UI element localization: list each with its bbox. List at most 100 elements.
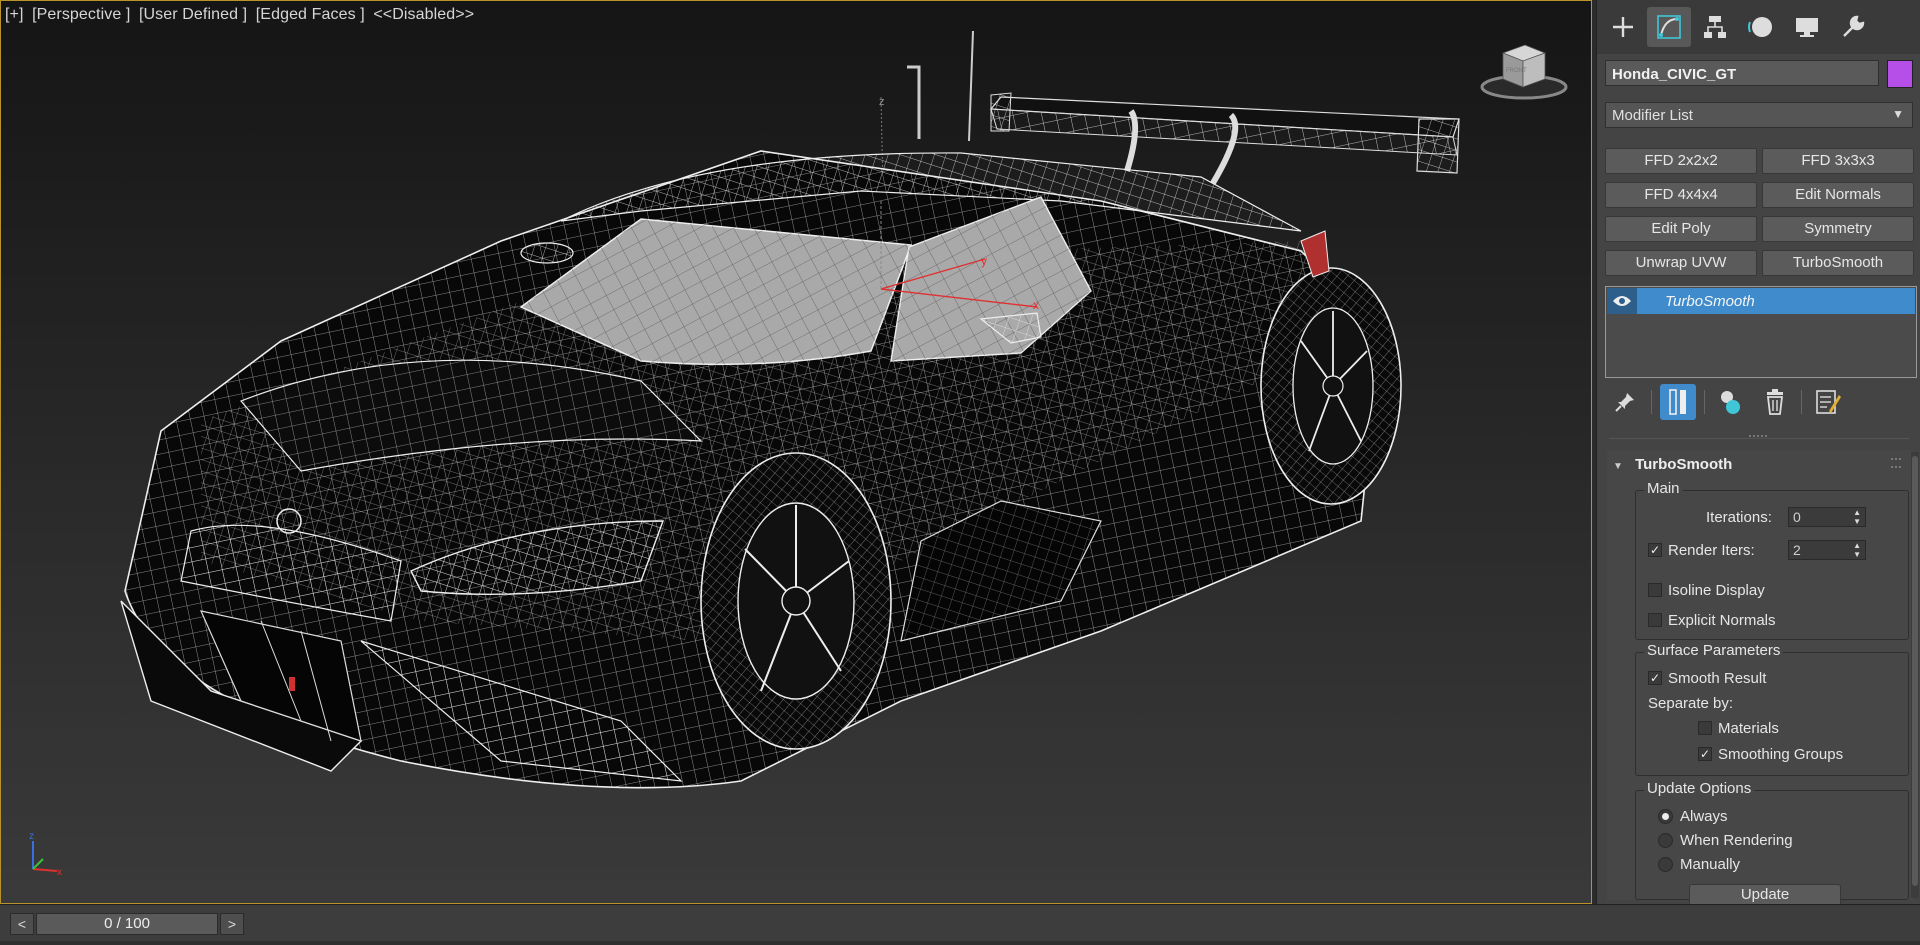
command-panel: Honda_CIVIC_GT Modifier List ▼ FFD 2x2x2… xyxy=(1596,0,1920,906)
modifier-buttons: FFD 2x2x2 FFD 3x3x3 FFD 4x4x4 Edit Norma… xyxy=(1605,148,1915,276)
rollout-drag-handle-icon[interactable] xyxy=(1891,458,1901,468)
iterations-spinner[interactable]: 0 ▲ ▼ xyxy=(1788,507,1866,527)
time-slider[interactable]: 0 / 100 xyxy=(36,913,218,935)
toolbar-divider xyxy=(1651,390,1652,414)
viewport-menu-plus[interactable]: [+] xyxy=(5,6,24,23)
edit-poly-button[interactable]: Edit Poly xyxy=(1605,216,1757,242)
viewport-menu-disabled[interactable]: <<Disabled>> xyxy=(373,6,474,23)
stack-item-turbosmooth[interactable]: TurboSmooth xyxy=(1607,288,1915,314)
render-iters-spinner[interactable]: 2 ▲ ▼ xyxy=(1788,540,1866,560)
isoline-display-checkbox[interactable] xyxy=(1648,583,1662,597)
spinner-arrows-icon[interactable]: ▲ ▼ xyxy=(1853,508,1861,526)
object-color-swatch[interactable] xyxy=(1887,60,1913,88)
motion-circle-icon xyxy=(1748,17,1772,37)
update-when-rendering-label: When Rendering xyxy=(1680,832,1793,849)
main-group-title: Main xyxy=(1644,480,1683,497)
isoline-display-label: Isoline Display xyxy=(1668,582,1765,599)
make-unique-icon xyxy=(1721,391,1740,414)
front-wheel xyxy=(700,452,892,750)
display-monitor-icon xyxy=(1796,18,1818,37)
turbosmooth-rollout: ▼ TurboSmooth Main Iterations: 0 ▲ ▼ ✓ Re… xyxy=(1607,450,1913,906)
viewport-menu-shading[interactable]: [Edged Faces ] xyxy=(256,6,365,23)
update-options-title: Update Options xyxy=(1644,780,1755,797)
pin-stack-icon xyxy=(1615,393,1634,412)
plus-icon xyxy=(1613,17,1633,37)
collapse-triangle-icon: ▼ xyxy=(1613,461,1623,472)
eye-icon xyxy=(1613,296,1631,306)
app-window: z y x [+] [Perspective] [User Defined]… xyxy=(0,0,1920,945)
perspective-viewport[interactable]: z y x [+] [Perspective] [User Defined]… xyxy=(0,0,1592,904)
viewcube[interactable]: FRONT xyxy=(1479,39,1569,101)
surface-parameters-title: Surface Parameters xyxy=(1644,642,1784,659)
tab-utilities[interactable] xyxy=(1831,7,1875,47)
pivot-z-label: z xyxy=(879,96,885,108)
axis-tripod-icon: z x xyxy=(29,831,62,877)
tab-create[interactable] xyxy=(1601,7,1645,47)
gizmo-x-label: x xyxy=(1033,298,1039,312)
tab-modify[interactable] xyxy=(1647,7,1691,47)
viewport-label[interactable]: [+] [Perspective ] [User Defined ] [Edge… xyxy=(5,6,478,24)
explicit-normals-checkbox[interactable] xyxy=(1648,613,1662,627)
car-wireframe-model[interactable]: z y x xyxy=(1,1,1592,904)
edit-normals-button[interactable]: Edit Normals xyxy=(1762,182,1914,208)
timeline-track[interactable] xyxy=(0,941,1920,945)
render-iters-label: Render Iters: xyxy=(1668,542,1755,559)
next-frame-button[interactable]: > xyxy=(220,913,244,935)
update-when-rendering-radio[interactable] xyxy=(1658,833,1673,848)
tab-display[interactable] xyxy=(1785,7,1829,47)
wrench-icon xyxy=(1843,15,1865,37)
command-panel-scrollbar[interactable] xyxy=(1911,452,1919,898)
modifier-list-dropdown[interactable]: Modifier List ▼ xyxy=(1605,102,1913,128)
update-button[interactable]: Update xyxy=(1689,884,1841,906)
show-end-result-button[interactable] xyxy=(1660,384,1696,420)
smoothing-groups-checkbox[interactable]: ✓ xyxy=(1698,747,1712,761)
panel-splitter[interactable] xyxy=(1609,435,1909,442)
iterations-value: 0 xyxy=(1793,509,1801,525)
smooth-result-label: Smooth Result xyxy=(1668,670,1767,687)
rear-wheel xyxy=(1260,267,1402,505)
gizmo-y-label: y xyxy=(981,254,987,268)
spinner-arrows-icon[interactable]: ▲ ▼ xyxy=(1853,541,1861,559)
ffd-2x2x2-button[interactable]: FFD 2x2x2 xyxy=(1605,148,1757,174)
update-manually-radio[interactable] xyxy=(1658,857,1673,872)
viewport-menu-user-defined[interactable]: [User Defined ] xyxy=(139,6,247,23)
viewcube-face-label: FRONT xyxy=(1506,68,1527,74)
render-iters-checkbox[interactable]: ✓ xyxy=(1648,543,1662,557)
configure-modifier-sets-button[interactable] xyxy=(1810,384,1846,420)
update-always-label: Always xyxy=(1680,808,1728,825)
rollout-header[interactable]: ▼ TurboSmooth xyxy=(1613,456,1732,473)
update-manually-label: Manually xyxy=(1680,856,1741,873)
tab-hierarchy[interactable] xyxy=(1693,7,1737,47)
surface-parameters-group: Surface Parameters ✓ Smooth Result Separ… xyxy=(1635,642,1909,776)
remove-modifier-button[interactable] xyxy=(1757,384,1793,420)
turbosmooth-button[interactable]: TurboSmooth xyxy=(1762,250,1914,276)
axis-x-label: x xyxy=(57,867,62,877)
separate-by-label: Separate by: xyxy=(1648,695,1734,712)
materials-label: Materials xyxy=(1718,720,1779,737)
update-always-radio[interactable] xyxy=(1658,809,1673,824)
command-panel-tabs xyxy=(1597,0,1920,54)
modifier-stack[interactable]: TurboSmooth xyxy=(1605,286,1917,378)
remove-modifier-icon xyxy=(1766,389,1784,415)
materials-checkbox[interactable] xyxy=(1698,721,1712,735)
smooth-result-checkbox[interactable]: ✓ xyxy=(1648,671,1662,685)
time-slider-bar: < 0 / 100 > xyxy=(0,904,1920,945)
chevron-down-icon: ▼ xyxy=(1892,107,1904,121)
rollout-title: TurboSmooth xyxy=(1635,456,1733,473)
ffd-4x4x4-button[interactable]: FFD 4x4x4 xyxy=(1605,182,1757,208)
toolbar-divider xyxy=(1704,390,1705,414)
object-name-field[interactable]: Honda_CIVIC_GT xyxy=(1605,60,1879,86)
make-unique-button[interactable] xyxy=(1713,384,1749,420)
visibility-toggle[interactable] xyxy=(1607,288,1637,314)
tab-motion[interactable] xyxy=(1739,7,1783,47)
explicit-normals-label: Explicit Normals xyxy=(1668,612,1776,629)
ffd-3x3x3-button[interactable]: FFD 3x3x3 xyxy=(1762,148,1914,174)
prev-frame-button[interactable]: < xyxy=(10,913,34,935)
configure-sets-icon xyxy=(1816,390,1841,414)
unwrap-uvw-button[interactable]: Unwrap UVW xyxy=(1605,250,1757,276)
viewport-menu-view[interactable]: [Perspective ] xyxy=(32,6,130,23)
show-end-result-icon xyxy=(1669,389,1686,415)
pin-stack-button[interactable] xyxy=(1607,384,1643,420)
render-iters-value: 2 xyxy=(1793,542,1801,558)
symmetry-button[interactable]: Symmetry xyxy=(1762,216,1914,242)
